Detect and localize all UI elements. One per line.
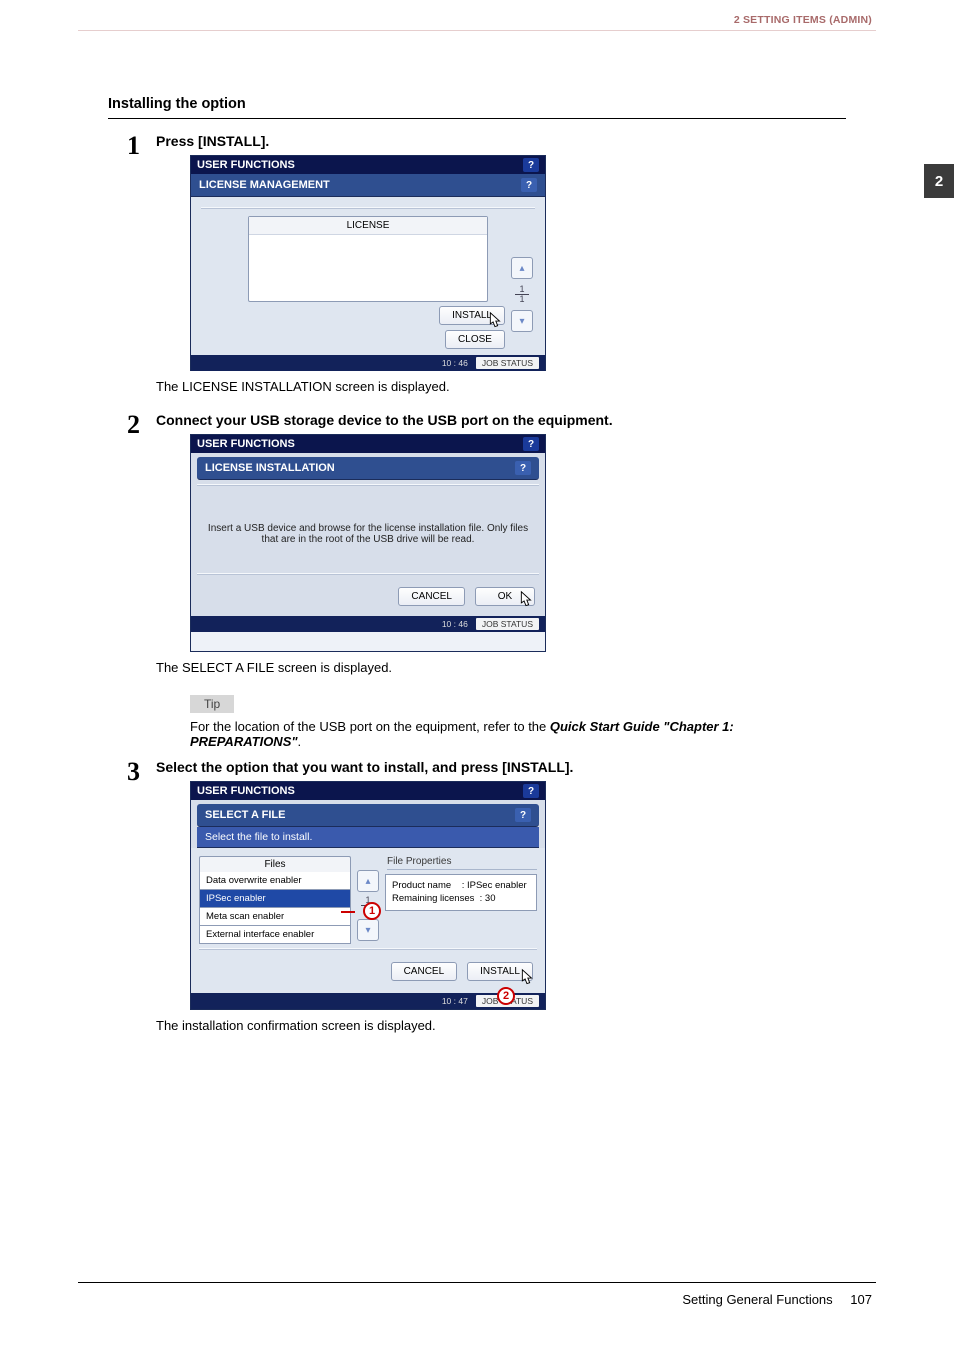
screen3-breadcrumb: Select the file to install. [197,827,539,848]
screen2-message: Insert a USB device and browse for the l… [197,487,539,573]
screen3-header: USER FUNCTIONS ? [191,782,545,800]
screenshot-license-installation: USER FUNCTIONS ? LICENSE INSTALLATION ? … [190,434,546,652]
screen1-header-title: USER FUNCTIONS [197,159,295,171]
scroll-up-button[interactable]: ▴ [511,257,533,279]
step-3-title: Select the option that you want to insta… [156,759,846,775]
screen3-subheader: SELECT A FILE ? [197,804,539,827]
screen1-header: USER FUNCTIONS ? [191,156,545,174]
help-icon[interactable]: ? [523,437,539,451]
clock-text: 10 : 47 [442,996,468,1006]
properties-column: File Properties Product name : IPSec ena… [385,856,537,944]
close-button[interactable]: CLOSE [445,330,505,349]
clock-text: 10 : 46 [442,619,468,629]
help-icon[interactable]: ? [523,158,539,172]
screen2-header: USER FUNCTIONS ? [191,435,545,453]
screen2-header-title: USER FUNCTIONS [197,438,295,450]
screen1-footer: 10 : 46 JOB STATUS [191,355,545,371]
file-properties-box: Product name : IPSec enabler Remaining l… [385,874,537,911]
prop-product-label: Product name [392,880,451,891]
step-1: 1 Press [INSTALL]. USER FUNCTIONS ? LICE… [108,133,846,404]
step-3: 3 Select the option that you want to ins… [108,759,846,1043]
section-heading: Installing the option [108,96,846,112]
file-item-selected[interactable]: IPSec enabler [199,890,351,908]
ok-button-label: OK [498,591,512,602]
step-2-title: Connect your USB storage device to the U… [156,412,846,428]
file-item[interactable]: Meta scan enabler [199,908,351,926]
help-icon[interactable]: ? [523,784,539,798]
page-den: 1 [515,295,529,304]
scroll-down-button[interactable]: ▾ [511,310,533,332]
cancel-button[interactable]: CANCEL [391,962,458,981]
prop-remaining-label: Remaining licenses [392,893,474,904]
tip-text-post: . [298,734,302,749]
section-rule [108,118,846,119]
screenshot-select-a-file: USER FUNCTIONS ? SELECT A FILE ? Select … [190,781,546,1010]
help-icon[interactable]: ? [515,461,531,475]
footer: Setting General Functions 107 [682,1292,872,1307]
help-icon[interactable]: ? [521,178,537,192]
screenshot-license-management: USER FUNCTIONS ? LICENSE MANAGEMENT ? LI… [190,155,546,371]
callout-badge-2: 2 [497,987,515,1005]
job-status-button[interactable]: JOB STATUS [476,618,539,630]
step-1-title: Press [INSTALL]. [156,133,846,149]
page-num: 1 [515,285,529,294]
files-column: Files Data overwrite enabler IPSec enabl… [199,856,351,944]
footer-page-number: 107 [850,1292,872,1307]
tip-label: Tip [190,695,234,713]
file-properties-title: File Properties [387,856,537,870]
step-3-note: The installation confirmation screen is … [156,1018,846,1033]
step-1-note: The LICENSE INSTALLATION screen is displ… [156,379,846,394]
prop-remaining-value: : 30 [480,893,496,904]
cancel-button[interactable]: CANCEL [398,587,465,606]
tip-text-pre: For the location of the USB port on the … [190,719,550,734]
job-status-button[interactable]: JOB STATUS [476,357,539,369]
scroll-column: ▴ 1 1 ▾ [357,856,379,944]
pointer-icon [514,590,536,612]
step-3-number: 3 [108,759,142,1043]
license-col-header: LICENSE [249,217,487,235]
clock-text: 10 : 46 [442,358,468,368]
license-table: LICENSE [248,216,488,302]
screen1-subheader: LICENSE MANAGEMENT ? [191,174,545,197]
footer-rule [78,1282,876,1283]
screen2-subheader: LICENSE INSTALLATION ? [197,457,539,480]
file-item[interactable]: Data overwrite enabler [199,872,351,890]
pointer-icon [515,968,537,990]
footer-section: Setting General Functions [682,1292,832,1307]
tip-text: For the location of the USB port on the … [190,719,846,749]
page-indicator: 1 1 [515,285,529,304]
running-header-rule [78,30,876,31]
files-header: Files [199,856,351,872]
step-1-number: 1 [108,133,142,404]
callout-badge-1: 1 [363,902,381,920]
screen2-footer: 10 : 46 JOB STATUS [191,616,545,632]
step-2-note: The SELECT A FILE screen is displayed. [156,660,846,675]
help-icon[interactable]: ? [515,808,531,822]
callout-leader-1 [341,911,355,913]
scroll-column: ▴ 1 1 ▾ [511,257,533,332]
scroll-up-button[interactable]: ▴ [357,870,379,892]
screen3-subheader-text: SELECT A FILE [205,809,285,821]
screen3-footer: 10 : 47 JOB STATUS 2 [191,993,545,1009]
ok-button[interactable]: OK [475,587,535,606]
screen2-subheader-text: LICENSE INSTALLATION [205,462,335,474]
step-2-number: 2 [108,412,142,749]
chapter-side-tab: 2 [924,164,954,198]
screen3-header-title: USER FUNCTIONS [197,785,295,797]
step-2: 2 Connect your USB storage device to the… [108,412,846,749]
scroll-down-button[interactable]: ▾ [357,919,379,941]
file-item[interactable]: External interface enabler [199,926,351,944]
screen1-subheader-text: LICENSE MANAGEMENT [199,179,330,191]
running-header: 2 SETTING ITEMS (ADMIN) [734,14,872,26]
prop-product-value: : IPSec enabler [462,880,527,891]
